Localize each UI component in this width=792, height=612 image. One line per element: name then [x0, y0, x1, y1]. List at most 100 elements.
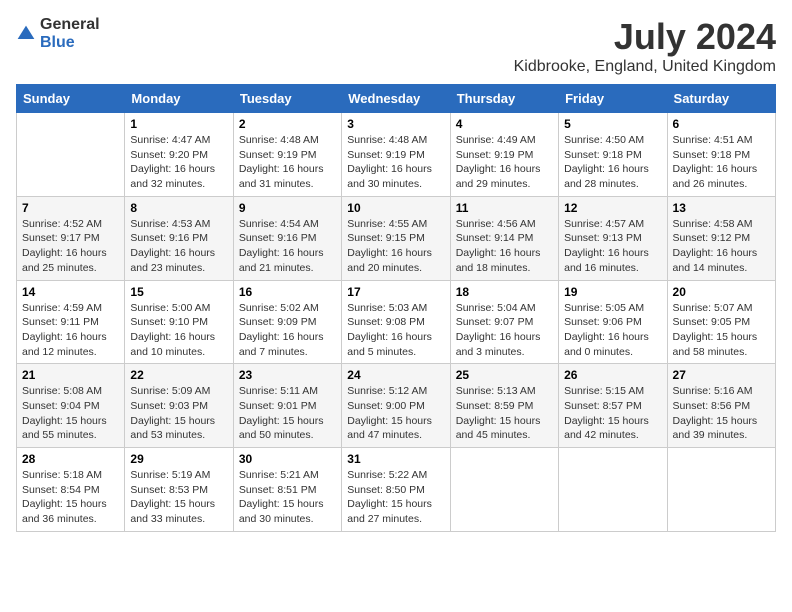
logo: General Blue — [16, 16, 100, 51]
calendar-cell — [450, 448, 558, 532]
day-info: Sunrise: 4:57 AMSunset: 9:13 PMDaylight:… — [564, 217, 661, 276]
title-section: July 2024 Kidbrooke, England, United Kin… — [514, 16, 776, 76]
calendar-cell: 18 Sunrise: 5:04 AMSunset: 9:07 PMDaylig… — [450, 280, 558, 364]
calendar-week-4: 21 Sunrise: 5:08 AMSunset: 9:04 PMDaylig… — [17, 364, 776, 448]
day-number: 1 — [130, 117, 227, 131]
day-info: Sunrise: 5:02 AMSunset: 9:09 PMDaylight:… — [239, 301, 336, 360]
day-number: 22 — [130, 368, 227, 382]
calendar-cell: 22 Sunrise: 5:09 AMSunset: 9:03 PMDaylig… — [125, 364, 233, 448]
logo-icon — [16, 24, 36, 44]
page-header: General Blue July 2024 Kidbrooke, Englan… — [16, 16, 776, 76]
calendar-header: Sunday Monday Tuesday Wednesday Thursday… — [17, 85, 776, 113]
day-number: 7 — [22, 201, 119, 215]
day-number: 24 — [347, 368, 444, 382]
day-number: 25 — [456, 368, 553, 382]
day-info: Sunrise: 5:22 AMSunset: 8:50 PMDaylight:… — [347, 468, 444, 527]
calendar-cell: 14 Sunrise: 4:59 AMSunset: 9:11 PMDaylig… — [17, 280, 125, 364]
header-wednesday: Wednesday — [342, 85, 450, 113]
day-info: Sunrise: 5:15 AMSunset: 8:57 PMDaylight:… — [564, 384, 661, 443]
calendar-cell: 10 Sunrise: 4:55 AMSunset: 9:15 PMDaylig… — [342, 196, 450, 280]
calendar-cell: 30 Sunrise: 5:21 AMSunset: 8:51 PMDaylig… — [233, 448, 341, 532]
day-info: Sunrise: 4:59 AMSunset: 9:11 PMDaylight:… — [22, 301, 119, 360]
calendar-cell: 20 Sunrise: 5:07 AMSunset: 9:05 PMDaylig… — [667, 280, 775, 364]
calendar-cell: 25 Sunrise: 5:13 AMSunset: 8:59 PMDaylig… — [450, 364, 558, 448]
day-info: Sunrise: 4:54 AMSunset: 9:16 PMDaylight:… — [239, 217, 336, 276]
calendar-cell: 1 Sunrise: 4:47 AMSunset: 9:20 PMDayligh… — [125, 113, 233, 197]
calendar-cell: 13 Sunrise: 4:58 AMSunset: 9:12 PMDaylig… — [667, 196, 775, 280]
day-info: Sunrise: 4:48 AMSunset: 9:19 PMDaylight:… — [239, 133, 336, 192]
calendar-cell: 6 Sunrise: 4:51 AMSunset: 9:18 PMDayligh… — [667, 113, 775, 197]
day-number: 11 — [456, 201, 553, 215]
day-info: Sunrise: 4:49 AMSunset: 9:19 PMDaylight:… — [456, 133, 553, 192]
day-info: Sunrise: 5:04 AMSunset: 9:07 PMDaylight:… — [456, 301, 553, 360]
calendar-cell: 15 Sunrise: 5:00 AMSunset: 9:10 PMDaylig… — [125, 280, 233, 364]
calendar-cell: 11 Sunrise: 4:56 AMSunset: 9:14 PMDaylig… — [450, 196, 558, 280]
day-number: 17 — [347, 285, 444, 299]
day-info: Sunrise: 5:16 AMSunset: 8:56 PMDaylight:… — [673, 384, 770, 443]
logo-blue: Blue — [40, 34, 100, 52]
day-number: 8 — [130, 201, 227, 215]
calendar-cell: 12 Sunrise: 4:57 AMSunset: 9:13 PMDaylig… — [559, 196, 667, 280]
calendar-cell: 19 Sunrise: 5:05 AMSunset: 9:06 PMDaylig… — [559, 280, 667, 364]
calendar-cell: 3 Sunrise: 4:48 AMSunset: 9:19 PMDayligh… — [342, 113, 450, 197]
logo-general: General — [40, 16, 100, 34]
calendar-cell: 27 Sunrise: 5:16 AMSunset: 8:56 PMDaylig… — [667, 364, 775, 448]
day-info: Sunrise: 5:12 AMSunset: 9:00 PMDaylight:… — [347, 384, 444, 443]
header-thursday: Thursday — [450, 85, 558, 113]
calendar-week-1: 1 Sunrise: 4:47 AMSunset: 9:20 PMDayligh… — [17, 113, 776, 197]
day-info: Sunrise: 5:11 AMSunset: 9:01 PMDaylight:… — [239, 384, 336, 443]
calendar-cell: 26 Sunrise: 5:15 AMSunset: 8:57 PMDaylig… — [559, 364, 667, 448]
day-info: Sunrise: 4:53 AMSunset: 9:16 PMDaylight:… — [130, 217, 227, 276]
day-info: Sunrise: 4:55 AMSunset: 9:15 PMDaylight:… — [347, 217, 444, 276]
day-info: Sunrise: 4:47 AMSunset: 9:20 PMDaylight:… — [130, 133, 227, 192]
day-number: 9 — [239, 201, 336, 215]
day-info: Sunrise: 5:21 AMSunset: 8:51 PMDaylight:… — [239, 468, 336, 527]
day-number: 20 — [673, 285, 770, 299]
calendar-cell — [667, 448, 775, 532]
header-sunday: Sunday — [17, 85, 125, 113]
day-number: 19 — [564, 285, 661, 299]
day-number: 16 — [239, 285, 336, 299]
day-number: 6 — [673, 117, 770, 131]
day-number: 10 — [347, 201, 444, 215]
day-info: Sunrise: 4:52 AMSunset: 9:17 PMDaylight:… — [22, 217, 119, 276]
day-info: Sunrise: 4:56 AMSunset: 9:14 PMDaylight:… — [456, 217, 553, 276]
day-number: 30 — [239, 452, 336, 466]
day-number: 27 — [673, 368, 770, 382]
calendar-cell: 29 Sunrise: 5:19 AMSunset: 8:53 PMDaylig… — [125, 448, 233, 532]
day-info: Sunrise: 5:03 AMSunset: 9:08 PMDaylight:… — [347, 301, 444, 360]
day-number: 3 — [347, 117, 444, 131]
day-number: 18 — [456, 285, 553, 299]
day-number: 23 — [239, 368, 336, 382]
day-number: 4 — [456, 117, 553, 131]
logo-text: General Blue — [40, 16, 100, 51]
calendar-cell: 8 Sunrise: 4:53 AMSunset: 9:16 PMDayligh… — [125, 196, 233, 280]
day-info: Sunrise: 5:18 AMSunset: 8:54 PMDaylight:… — [22, 468, 119, 527]
day-info: Sunrise: 5:00 AMSunset: 9:10 PMDaylight:… — [130, 301, 227, 360]
day-number: 14 — [22, 285, 119, 299]
calendar-table: Sunday Monday Tuesday Wednesday Thursday… — [16, 84, 776, 532]
month-title: July 2024 — [514, 16, 776, 58]
day-number: 13 — [673, 201, 770, 215]
calendar-cell — [559, 448, 667, 532]
day-info: Sunrise: 5:05 AMSunset: 9:06 PMDaylight:… — [564, 301, 661, 360]
calendar-week-3: 14 Sunrise: 4:59 AMSunset: 9:11 PMDaylig… — [17, 280, 776, 364]
day-info: Sunrise: 5:09 AMSunset: 9:03 PMDaylight:… — [130, 384, 227, 443]
calendar-cell: 28 Sunrise: 5:18 AMSunset: 8:54 PMDaylig… — [17, 448, 125, 532]
calendar-week-5: 28 Sunrise: 5:18 AMSunset: 8:54 PMDaylig… — [17, 448, 776, 532]
day-info: Sunrise: 4:50 AMSunset: 9:18 PMDaylight:… — [564, 133, 661, 192]
calendar-cell: 5 Sunrise: 4:50 AMSunset: 9:18 PMDayligh… — [559, 113, 667, 197]
day-info: Sunrise: 4:58 AMSunset: 9:12 PMDaylight:… — [673, 217, 770, 276]
calendar-cell: 17 Sunrise: 5:03 AMSunset: 9:08 PMDaylig… — [342, 280, 450, 364]
calendar-cell: 16 Sunrise: 5:02 AMSunset: 9:09 PMDaylig… — [233, 280, 341, 364]
day-number: 31 — [347, 452, 444, 466]
calendar-cell: 7 Sunrise: 4:52 AMSunset: 9:17 PMDayligh… — [17, 196, 125, 280]
calendar-week-2: 7 Sunrise: 4:52 AMSunset: 9:17 PMDayligh… — [17, 196, 776, 280]
day-number: 21 — [22, 368, 119, 382]
calendar-body: 1 Sunrise: 4:47 AMSunset: 9:20 PMDayligh… — [17, 113, 776, 532]
day-number: 28 — [22, 452, 119, 466]
day-number: 2 — [239, 117, 336, 131]
day-number: 15 — [130, 285, 227, 299]
day-info: Sunrise: 4:48 AMSunset: 9:19 PMDaylight:… — [347, 133, 444, 192]
calendar-cell: 4 Sunrise: 4:49 AMSunset: 9:19 PMDayligh… — [450, 113, 558, 197]
